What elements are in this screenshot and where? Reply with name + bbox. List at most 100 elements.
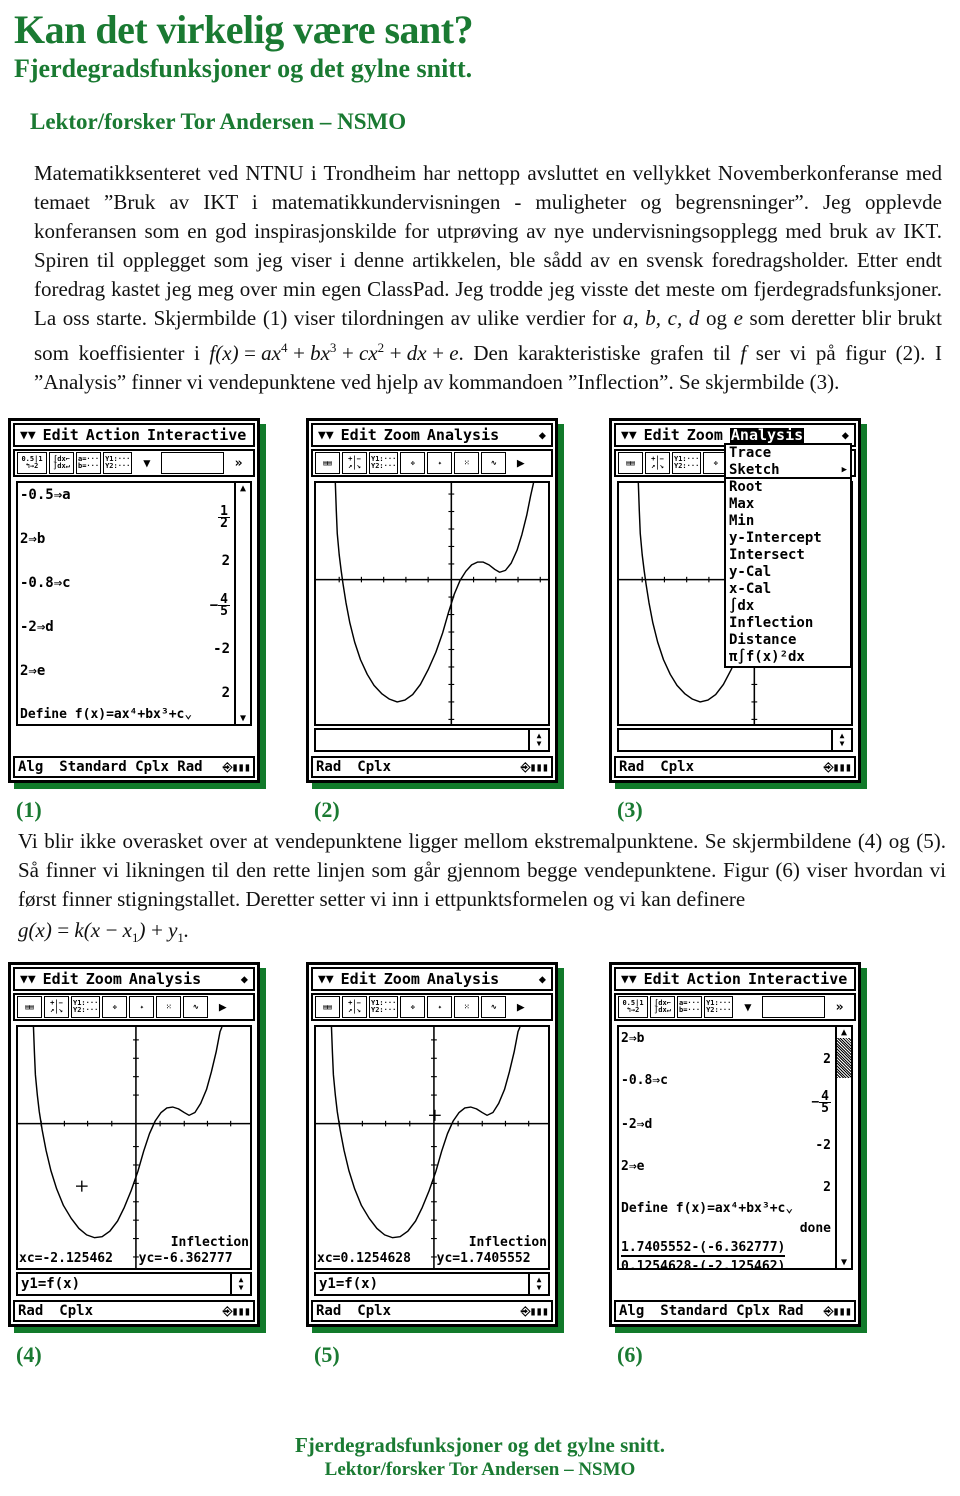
menu-item-edit[interactable]: Edit <box>341 427 377 443</box>
graph-y-icon[interactable]: Y1:··· Y2:··· <box>704 996 734 1019</box>
scroll-thumb[interactable] <box>236 494 250 713</box>
expand-icon[interactable]: » <box>226 452 251 474</box>
zoom-box-icon[interactable]: +|− ↗|↘ <box>645 452 670 474</box>
scatter-icon[interactable]: ⁙ <box>454 452 480 474</box>
graph-y-icon[interactable]: Y1:··· Y2:··· <box>672 452 702 474</box>
menu-item-analysis[interactable]: Analysis <box>129 971 201 987</box>
menu-down-icon[interactable]: ▼▼ <box>621 973 637 986</box>
menu-item-analysis[interactable]: Analysis <box>427 427 499 443</box>
analysis-item-distance[interactable]: Distance <box>726 632 850 649</box>
diamond-icon[interactable]: ◆ <box>539 972 546 986</box>
menu-item-interactive[interactable]: Interactive <box>147 427 246 443</box>
toolbar-next-icon[interactable]: ▶ <box>508 996 533 1018</box>
graph-screen-2[interactable] <box>314 481 550 726</box>
zoom-fit-icon[interactable]: ✦ <box>427 996 453 1019</box>
derivative-icon[interactable]: ∿ <box>183 996 209 1019</box>
menu-down-icon[interactable]: ▼▼ <box>621 429 637 442</box>
analysis-item-y-cal[interactable]: y-Cal <box>726 564 850 581</box>
toolbar-blank-field[interactable] <box>161 452 224 474</box>
decimal-fraction-icon[interactable]: 0.5|1 ↰→2 <box>17 452 47 474</box>
zoom-box-icon[interactable]: +|− ↗|↘ <box>342 452 367 474</box>
integral-icon[interactable]: ∫dx⌐ ∫dx↵ <box>650 996 675 1019</box>
table-icon[interactable]: ▤▤ <box>315 452 340 474</box>
cas-screen-1[interactable]: -0.5⇒a 12 2⇒b 2 -0.8⇒c −4 5 -2⇒d -2 2⇒e 2… <box>16 481 252 726</box>
analysis-item-volume[interactable]: π∫f(x)²dx <box>726 649 850 666</box>
graph-y-icon[interactable]: Y1:··· Y2:··· <box>369 452 399 474</box>
menu-down-icon[interactable]: ▼▼ <box>318 429 334 442</box>
analysis-item-sketch[interactable]: Sketch ▶ <box>726 462 850 479</box>
analysis-item-root[interactable]: Root <box>726 479 850 496</box>
zoom-auto-icon[interactable]: ✥ <box>400 996 426 1019</box>
menu-item-zoom[interactable]: Zoom <box>687 427 723 443</box>
menu-item-edit[interactable]: Edit <box>43 427 79 443</box>
zoom-auto-icon[interactable]: ✥ <box>102 996 128 1019</box>
analysis-item-max[interactable]: Max <box>726 496 850 513</box>
scroll-down-icon[interactable]: ▼ <box>841 1257 847 1268</box>
zoom-box-icon[interactable]: +|− ↗|↘ <box>44 996 69 1019</box>
table-icon[interactable]: ▤▤ <box>618 452 643 474</box>
menu-item-action[interactable]: Action <box>86 427 140 443</box>
graph-entry-field[interactable] <box>314 728 530 752</box>
zoom-box-icon[interactable]: +|− ↗|↘ <box>342 996 367 1019</box>
derivative-icon[interactable]: ∿ <box>481 996 507 1019</box>
menu-item-edit[interactable]: Edit <box>644 427 680 443</box>
spin-down-icon[interactable]: ▼ <box>537 1284 542 1292</box>
entry-spinner[interactable]: ▲ ▼ <box>530 1272 550 1297</box>
graph-entry-field[interactable]: y1=f(x) <box>314 1272 530 1297</box>
diamond-icon[interactable]: ◆ <box>842 428 849 442</box>
analysis-item-y-intercept[interactable]: y-Intercept <box>726 530 850 547</box>
integral-icon[interactable]: ∫dx⌐ ∫dx↵ <box>49 452 74 474</box>
scroll-up-icon[interactable]: ▲ <box>240 483 246 494</box>
scroll-up-icon[interactable]: ▲ <box>841 1027 847 1038</box>
scroll-down-icon[interactable]: ▼ <box>240 713 246 724</box>
spin-down-icon[interactable]: ▼ <box>840 740 845 748</box>
spin-down-icon[interactable]: ▼ <box>239 1284 244 1292</box>
menu-down-icon[interactable]: ▼▼ <box>20 973 36 986</box>
menu-item-zoom[interactable]: Zoom <box>384 971 420 987</box>
graph-entry-field[interactable] <box>617 728 833 752</box>
zoom-fit-icon[interactable]: ✦ <box>129 996 155 1019</box>
cas-screen-6[interactable]: 2⇒b 2 -0.8⇒c −4 5 -2⇒d -2 2⇒e 2 Define f(… <box>617 1025 853 1271</box>
graph-y-icon[interactable]: Y1:··· Y2:··· <box>71 996 101 1019</box>
graph-y-icon[interactable]: Y1:··· Y2:··· <box>103 452 133 474</box>
spin-down-icon[interactable]: ▼ <box>537 740 542 748</box>
toolbar-blank-field[interactable] <box>762 996 825 1019</box>
analysis-item-inflection[interactable]: Inflection <box>726 615 850 632</box>
analysis-item-x-cal[interactable]: x-Cal <box>726 581 850 598</box>
graph-screen-4[interactable]: Inflection xc=-2.125462 yc=-6.362777 <box>16 1025 252 1271</box>
menu-down-icon[interactable]: ▼▼ <box>318 973 334 986</box>
analysis-item-min[interactable]: Min <box>726 513 850 530</box>
expand-icon[interactable]: » <box>827 996 852 1018</box>
menu-item-zoom[interactable]: Zoom <box>384 427 420 443</box>
graph-y-icon[interactable]: Y1:··· Y2:··· <box>369 996 399 1019</box>
toolbar-dropdown-icon[interactable]: ▼ <box>735 996 760 1018</box>
menu-item-edit[interactable]: Edit <box>341 971 377 987</box>
entry-spinner[interactable]: ▲ ▼ <box>833 728 853 752</box>
scatter-icon[interactable]: ⁙ <box>156 996 182 1019</box>
graph-screen-5[interactable]: Inflection xc=0.1254628 yc=1.7405552 <box>314 1025 550 1271</box>
analysis-item-integral-dx[interactable]: ∫dx <box>726 598 850 615</box>
toolbar-next-icon[interactable]: ▶ <box>508 452 533 474</box>
cas-scrollbar-1[interactable]: ▲ ▼ <box>234 483 250 724</box>
entry-spinner[interactable]: ▲ ▼ <box>232 1272 252 1297</box>
analysis-item-intersect[interactable]: Intersect <box>726 547 850 564</box>
toolbar-dropdown-icon[interactable]: ▼ <box>134 452 159 474</box>
scroll-track[interactable] <box>837 1078 851 1257</box>
diamond-icon[interactable]: ◆ <box>241 972 248 986</box>
zoom-fit-icon[interactable]: ✦ <box>427 452 453 474</box>
derivative-icon[interactable]: ∿ <box>481 452 507 474</box>
analysis-dropdown-menu[interactable]: Trace Sketch ▶ Root Max Min y-Intercept I… <box>724 443 852 668</box>
graph-entry-field[interactable]: y1=f(x) <box>16 1272 232 1297</box>
analysis-item-trace[interactable]: Trace <box>726 445 850 462</box>
decimal-fraction-icon[interactable]: 0.5|1 ↰→2 <box>618 996 648 1019</box>
menu-item-analysis[interactable]: Analysis <box>729 427 805 443</box>
table-icon[interactable]: ▤▤ <box>315 996 340 1019</box>
table-icon[interactable]: ▤▤ <box>17 996 42 1019</box>
entry-spinner[interactable]: ▲ ▼ <box>530 728 550 752</box>
cas-scrollbar-6[interactable]: ▲ ▼ <box>835 1027 851 1269</box>
scatter-icon[interactable]: ⁙ <box>454 996 480 1019</box>
menu-item-interactive[interactable]: Interactive <box>748 971 847 987</box>
zoom-auto-icon[interactable]: ✥ <box>400 452 426 474</box>
menu-down-icon[interactable]: ▼▼ <box>20 429 36 442</box>
menu-item-edit[interactable]: Edit <box>43 971 79 987</box>
